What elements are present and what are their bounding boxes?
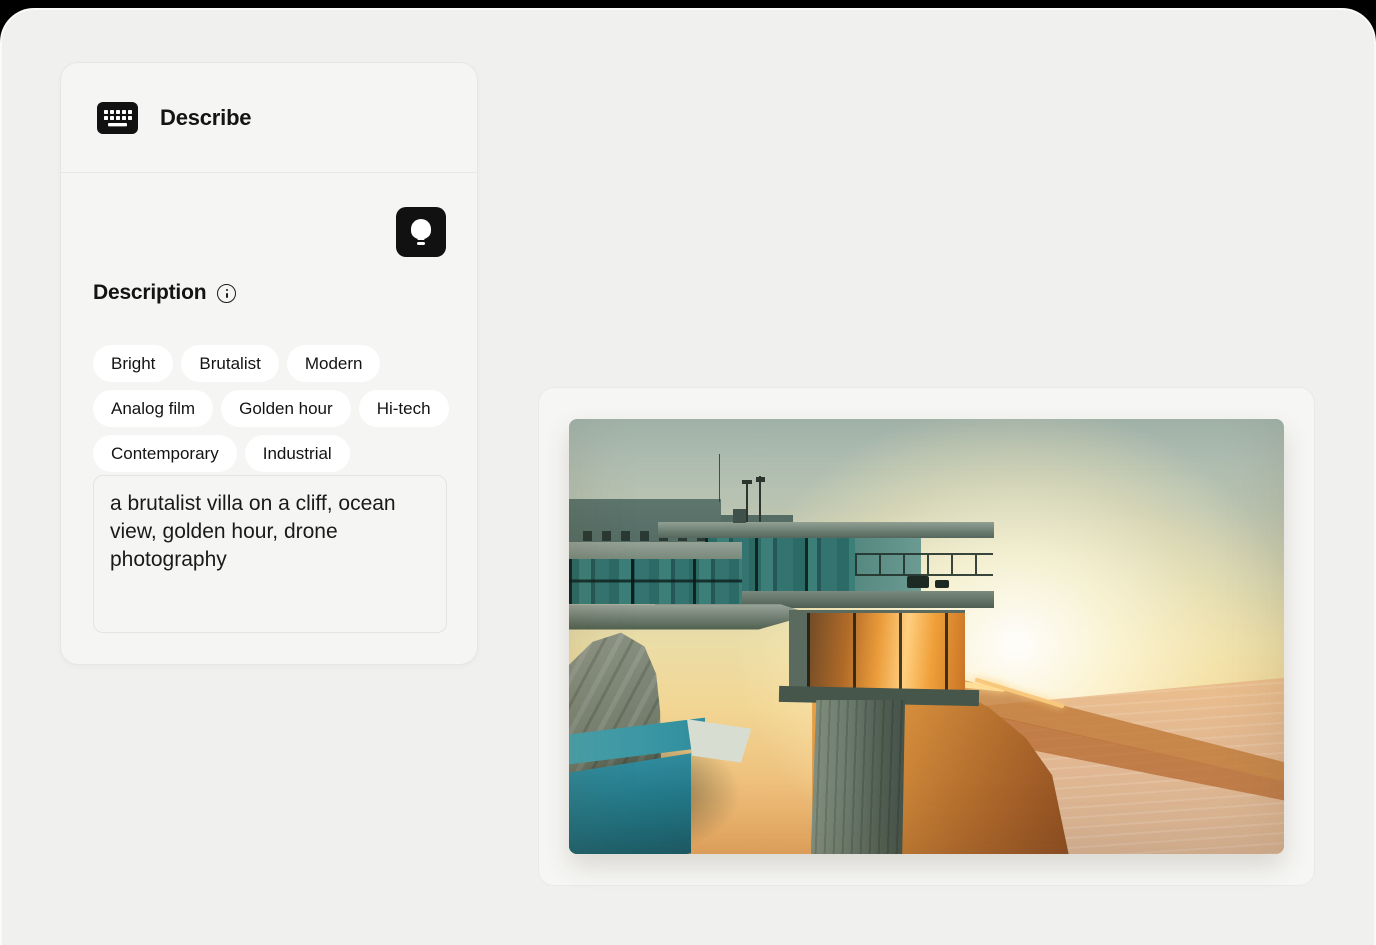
photo-vignette — [569, 419, 1284, 854]
description-section-title: Description — [93, 281, 206, 305]
screenshot-root: Describe Description BrightBrutalistMode… — [0, 0, 1376, 945]
generated-image — [569, 419, 1284, 854]
description-section-row: Description — [93, 281, 236, 305]
tag-pill[interactable]: Analog film — [93, 390, 213, 427]
tag-pill[interactable]: Hi-tech — [359, 390, 449, 427]
tag-pill[interactable]: Brutalist — [181, 345, 278, 382]
tag-pill[interactable]: Bright — [93, 345, 173, 382]
prompt-textarea[interactable]: a brutalist villa on a cliff, ocean view… — [93, 475, 447, 633]
describe-card-header: Describe — [61, 63, 477, 173]
lightbulb-icon — [410, 219, 432, 245]
tag-pill[interactable]: Modern — [287, 345, 381, 382]
tag-pill[interactable]: Golden hour — [221, 390, 351, 427]
info-icon[interactable] — [217, 284, 236, 303]
describe-card: Describe Description BrightBrutalistMode… — [60, 62, 478, 665]
describe-card-title: Describe — [160, 105, 251, 131]
keyboard-icon — [97, 102, 138, 134]
preview-card — [538, 387, 1315, 886]
tag-pill[interactable]: Industrial — [245, 435, 350, 472]
suggestions-button[interactable] — [396, 207, 446, 257]
tag-pill[interactable]: Contemporary — [93, 435, 237, 472]
